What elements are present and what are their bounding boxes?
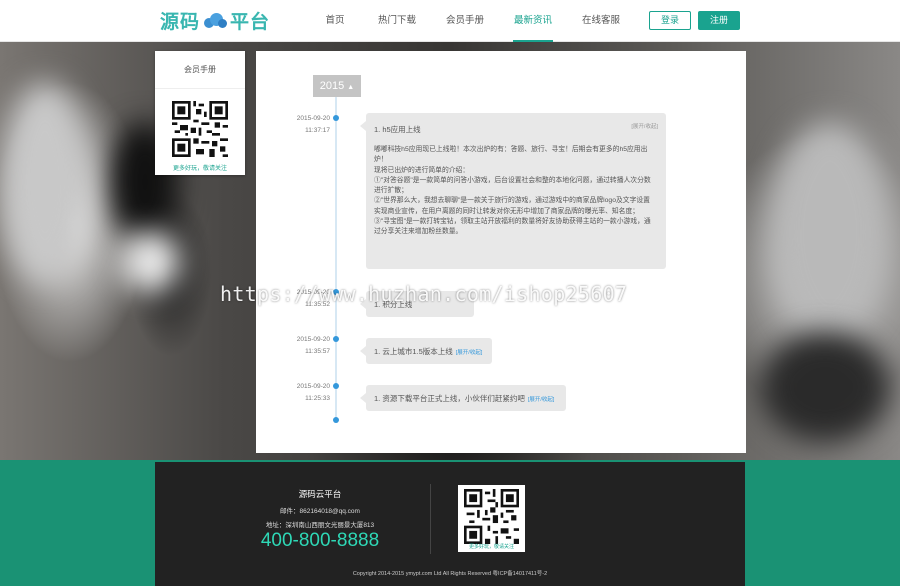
expand-toggle[interactable]: [展开/收起] xyxy=(528,397,555,403)
footer-qr-caption: 更多好玩，敬请关注 xyxy=(468,544,514,550)
year-label: 2015 xyxy=(319,80,345,92)
timeline-date: 2015-09-20 11:37:17 xyxy=(270,113,330,137)
register-button[interactable]: 注册 xyxy=(698,11,740,30)
timeline-entry: 1. h5应用上线 [展开/收起] 嘟嘟科技h5应用现已上线啦！本次出炉的有：答… xyxy=(360,113,666,269)
entry-date: 2015-09-20 xyxy=(296,336,330,343)
login-button[interactable]: 登录 xyxy=(649,11,691,30)
year-toggle-button[interactable]: 2015 ▲ xyxy=(313,75,361,97)
entry-title: 1. 云上城市1.5版本上线 xyxy=(374,347,453,356)
nav-member-manual[interactable]: 会员手册 xyxy=(445,0,485,42)
bg-left-glow xyxy=(0,82,90,282)
body-line: 嘟嘟科技h5应用现已上线啦！本次出炉的有：答题、旅行、寻宝！后期会有更多的h5应… xyxy=(374,146,648,164)
entry-time: 11:37:17 xyxy=(305,127,330,134)
footer-divider xyxy=(430,484,431,554)
entry-time: 11:35:57 xyxy=(305,348,330,355)
timeline-entry: 1. 云上城市1.5版本上线 [展开/收起] xyxy=(360,338,492,364)
nav-hot-downloads[interactable]: 热门下载 xyxy=(377,0,417,42)
watermark-url: https://www.huzhan.com/ishop25607 xyxy=(220,282,628,306)
caret-up-icon: ▲ xyxy=(347,84,355,91)
expand-toggle[interactable]: [展开/收起] xyxy=(456,350,483,356)
nav-home[interactable]: 首页 xyxy=(315,0,355,42)
body-line: 现将已出炉的进行简单的介绍： xyxy=(374,166,470,174)
timeline-line xyxy=(335,97,337,423)
timeline-dot xyxy=(333,336,339,342)
timeline-dot xyxy=(333,383,339,389)
bg-light-patch xyxy=(120,232,180,292)
qr-caption: 更多好玩，敬请关注 xyxy=(172,166,227,172)
logo-text-left: 源码 xyxy=(160,10,201,33)
timeline-dot xyxy=(333,115,339,121)
entry-date: 2015-09-20 xyxy=(296,383,330,390)
member-manual-title[interactable]: 会员手册 xyxy=(155,51,245,89)
cloud-icon xyxy=(202,12,228,28)
body-line: ③"寻宝图"是一款打转宝钻，领取主站开放福利的数量将好友协助获得主站的一款小游戏… xyxy=(374,218,651,236)
expand-toggle[interactable]: [展开/收起] xyxy=(631,122,658,130)
qr-code-icon xyxy=(464,489,519,544)
footer-qr-card: 更多好玩，敬请关注 xyxy=(458,485,525,552)
body-line: ①"对答谷题"是一款简单的问答小游戏，后台设置社会和整的本地化问题，通过转播人次… xyxy=(374,176,651,195)
timeline-entry: 1. 资源下载平台正式上线，小伙伴们赶紧约吧 [展开/收起] xyxy=(360,385,566,411)
nav-online-support[interactable]: 在线客服 xyxy=(581,0,621,42)
timeline-date: 2015-09-20 11:25:33 xyxy=(270,381,330,405)
main-nav: 首页 热门下载 会员手册 最新资讯 在线客服 xyxy=(315,0,621,42)
footer-address: 地址：深圳南山西丽文光丽景大厦813 xyxy=(265,522,375,529)
body-line: ②"世界那么大，我想去聊聊"是一款关于旅行的游戏，通过游戏中的商家品牌logo及… xyxy=(374,197,650,215)
qr-code-icon xyxy=(172,101,228,157)
entry-body: 嘟嘟科技h5应用现已上线啦！本次出炉的有：答题、旅行、寻宝！后期会有更多的h5应… xyxy=(374,145,656,238)
entry-title: 1. 资源下载平台正式上线，小伙伴们赶紧约吧 xyxy=(374,394,525,403)
bg-right-shadow xyxy=(760,332,890,442)
footer-brand: 源码云平台 xyxy=(298,489,342,499)
logo-text-right: 平台 xyxy=(230,10,271,33)
entry-date: 2015-09-20 xyxy=(296,115,330,122)
footer-phone[interactable]: 400-800-8888 xyxy=(155,530,485,552)
site-footer: 源码云平台 邮件：862164018@qq.com 地址：深圳南山西丽文光丽景大… xyxy=(155,462,745,586)
bg-right-glow xyxy=(770,122,890,342)
nav-latest-news[interactable]: 最新资讯 xyxy=(513,0,553,42)
member-manual-card: 会员手册 更多好玩，敬请关注 xyxy=(155,51,245,175)
timeline-date: 2015-09-20 11:35:57 xyxy=(270,334,330,358)
top-header: 源码 平台 首页 热门下载 会员手册 最新资讯 在线客服 登录 注册 xyxy=(0,0,900,42)
site-logo[interactable]: 源码 平台 xyxy=(160,6,270,34)
copyright-text: Copyright 2014-2015 ymypt.com Ltd All Ri… xyxy=(352,571,548,577)
news-timeline-panel: 2015 ▲ 2015-09-20 11:37:17 1. h5应用上线 [展开/… xyxy=(256,51,746,453)
entry-time: 11:25:33 xyxy=(305,395,330,402)
footer-email[interactable]: 邮件：862164018@qq.com xyxy=(155,505,485,515)
timeline-end-dot xyxy=(333,417,339,423)
entry-title: 1. h5应用上线 xyxy=(374,125,421,134)
